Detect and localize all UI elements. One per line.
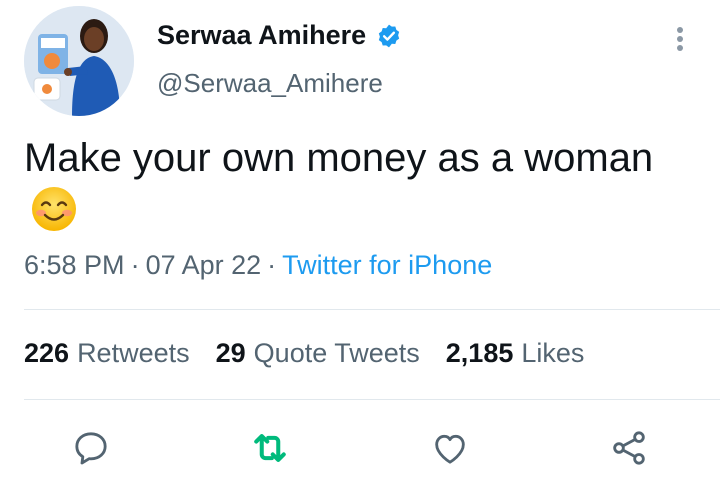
tweet-body: Make your own money as a woman bbox=[24, 136, 654, 180]
divider bbox=[24, 309, 720, 310]
more-options-button[interactable] bbox=[668, 24, 692, 54]
tweet-source-link[interactable]: Twitter for iPhone bbox=[282, 250, 492, 280]
speech-bubble-icon bbox=[75, 432, 107, 465]
display-name[interactable]: Serwaa Amihere bbox=[157, 20, 366, 51]
tweet-stats: 226 Retweets 29 Quote Tweets 2,185 Likes bbox=[24, 338, 584, 369]
retweet-icon bbox=[254, 434, 286, 462]
tweet-date[interactable]: 07 Apr 22 bbox=[146, 250, 262, 280]
retweet-button[interactable] bbox=[246, 424, 294, 472]
tweet-meta: 6:58 PM · 07 Apr 22 · Twitter for iPhone bbox=[24, 250, 492, 281]
retweets-label: Retweets bbox=[77, 338, 190, 368]
divider bbox=[24, 399, 720, 400]
like-button[interactable] bbox=[426, 424, 474, 472]
share-icon bbox=[613, 431, 645, 465]
meta-separator: · bbox=[267, 250, 277, 280]
dot-icon bbox=[677, 45, 683, 51]
reply-button[interactable] bbox=[67, 424, 115, 472]
avatar[interactable] bbox=[24, 6, 134, 116]
likes-label: Likes bbox=[521, 338, 585, 368]
tweet-text: Make your own money as a woman bbox=[24, 131, 664, 239]
display-name-row[interactable]: Serwaa Amihere bbox=[157, 20, 402, 51]
dot-icon bbox=[677, 27, 683, 33]
dot-icon bbox=[677, 36, 683, 42]
profile-photo-icon bbox=[24, 6, 134, 116]
likes-stat[interactable]: 2,185 Likes bbox=[446, 338, 585, 369]
quote-tweets-count: 29 bbox=[215, 338, 246, 368]
retweets-count: 226 bbox=[24, 338, 70, 368]
verified-badge-icon bbox=[378, 24, 400, 47]
heart-icon bbox=[435, 434, 465, 464]
quote-tweets-stat[interactable]: 29 Quote Tweets bbox=[216, 338, 420, 369]
user-handle[interactable]: @Serwaa_Amihere bbox=[157, 68, 383, 99]
meta-separator: · bbox=[130, 250, 140, 280]
tweet-actions bbox=[0, 424, 720, 474]
likes-count: 2,185 bbox=[445, 338, 514, 368]
quote-tweets-label: Quote Tweets bbox=[253, 338, 420, 368]
share-button[interactable] bbox=[605, 424, 653, 472]
retweets-stat[interactable]: 226 Retweets bbox=[24, 338, 190, 369]
tweet-time[interactable]: 6:58 PM bbox=[24, 250, 125, 280]
smiling-face-emoji-icon bbox=[32, 187, 76, 231]
